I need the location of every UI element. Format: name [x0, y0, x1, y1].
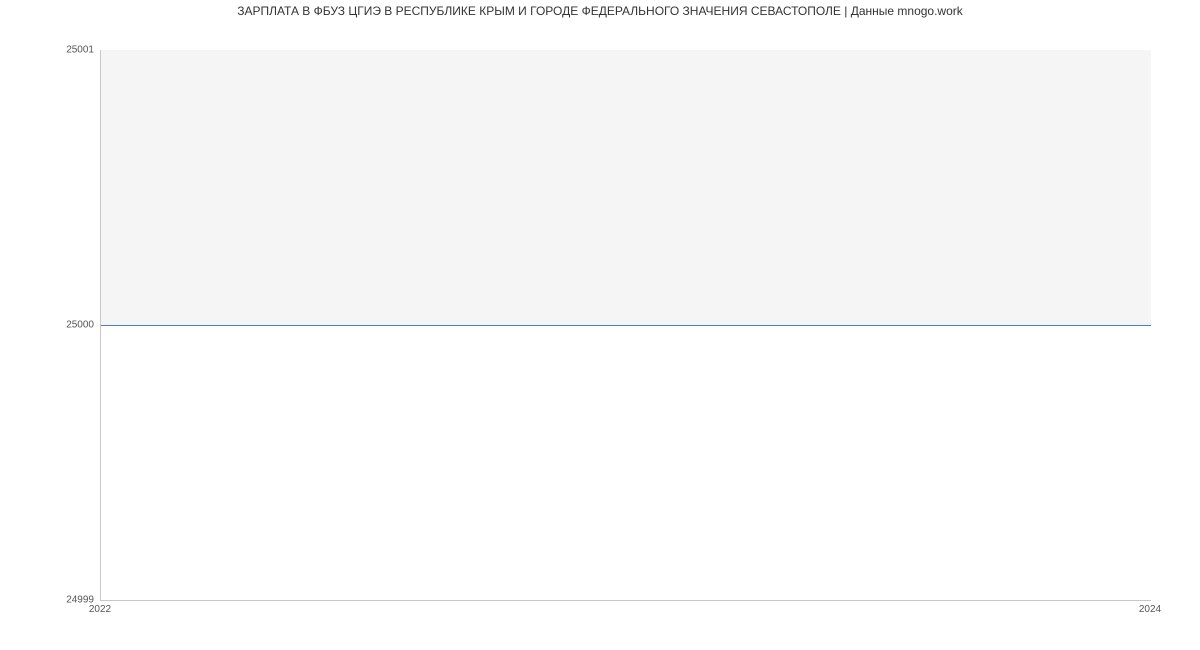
- grid-band: [101, 50, 1151, 325]
- chart-title: ЗАРПЛАТА В ФБУЗ ЦГИЭ В РЕСПУБЛИКЕ КРЫМ И…: [0, 4, 1200, 18]
- chart-container: ЗАРПЛАТА В ФБУЗ ЦГИЭ В РЕСПУБЛИКЕ КРЫМ И…: [0, 0, 1200, 650]
- y-tick-label: 25000: [4, 320, 94, 331]
- plot-area: [100, 50, 1151, 601]
- series-line: [101, 325, 1151, 326]
- x-tick-label: 2022: [89, 604, 111, 615]
- y-tick-label: 24999: [4, 595, 94, 606]
- y-tick-label: 25001: [4, 45, 94, 56]
- x-tick-label: 2024: [1139, 604, 1161, 615]
